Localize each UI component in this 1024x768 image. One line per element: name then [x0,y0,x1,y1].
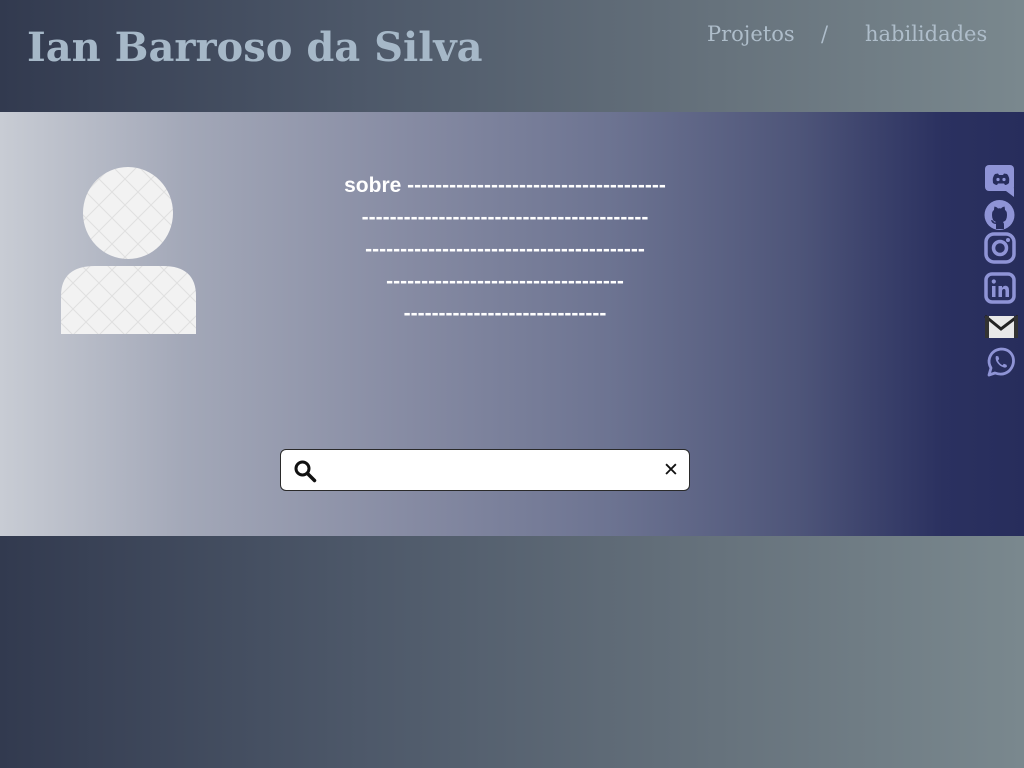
about-line: sobre ----------------------------------… [344,174,666,197]
linkedin-icon[interactable] [984,272,1018,306]
clear-search-icon[interactable]: ✕ [662,458,680,482]
instagram-icon[interactable] [984,232,1018,266]
nav-link-skills[interactable]: habilidades [865,22,987,46]
main-nav: Projetos / habilidades [0,22,1024,52]
email-icon[interactable] [984,309,1018,343]
discord-icon[interactable] [984,164,1018,198]
about-line: ---------------------------------------- [365,238,645,261]
whatsapp-icon[interactable] [984,345,1018,379]
hero-section: sobre ----------------------------------… [0,112,1024,536]
search-box: ✕ [280,449,690,491]
about-text: sobre ----------------------------------… [290,170,720,330]
github-icon[interactable] [984,198,1018,232]
about-line: ---------------------------------- [386,270,624,293]
site-header: Ian Barroso da Silva Projetos / habilida… [0,0,1024,112]
about-line: ----------------------------------------… [361,206,649,229]
search-icon[interactable] [293,459,317,483]
search-input[interactable] [327,456,647,484]
about-line: ----------------------------- [403,302,607,325]
nav-separator: / [821,22,829,46]
nav-link-projects[interactable]: Projetos [707,22,795,46]
avatar-image [60,166,197,334]
